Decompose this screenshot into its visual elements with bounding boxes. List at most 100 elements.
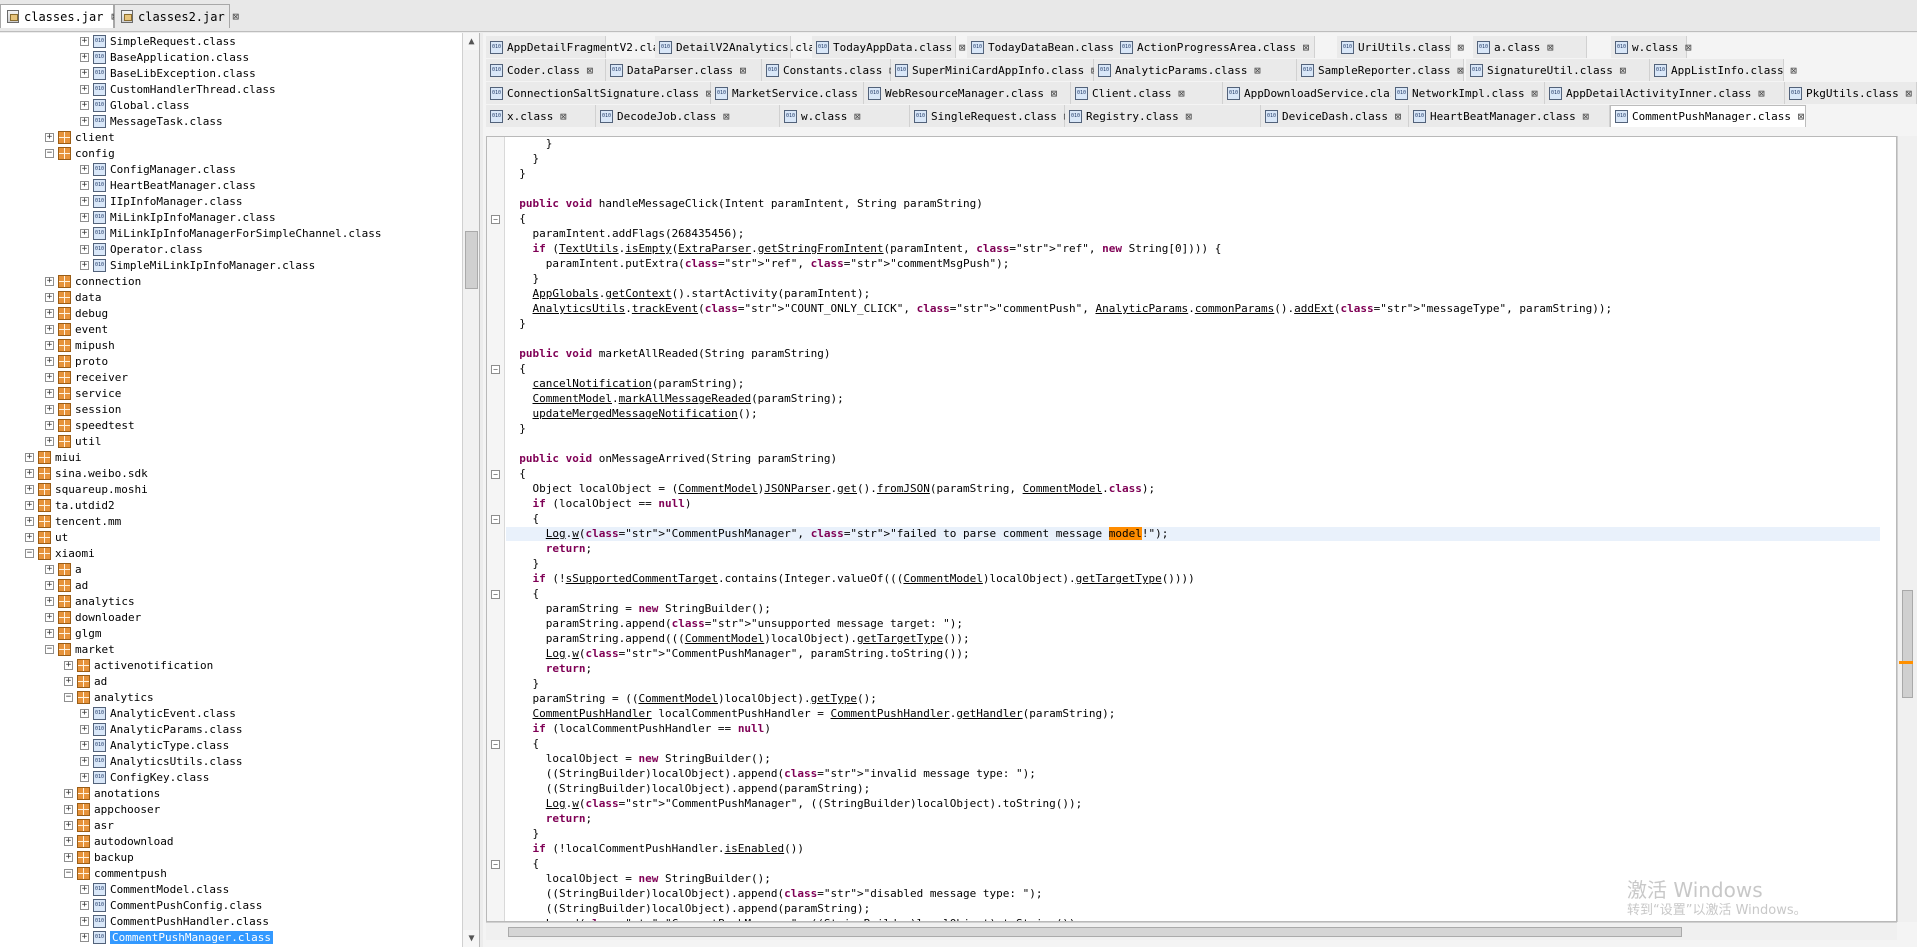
code-line[interactable]: } xyxy=(506,317,1880,331)
tree-item[interactable]: +010 MessageTask.class xyxy=(80,113,223,129)
expand-icon[interactable]: + xyxy=(45,628,54,638)
tree-item[interactable]: +010 MiLinkIpInfoManager.class xyxy=(80,209,276,225)
editor-scroll-thumb[interactable] xyxy=(1902,590,1913,698)
editor-tab-4[interactable]: 010 ActionProgressArea.class ⊠ xyxy=(1116,36,1315,58)
expand-icon[interactable]: + xyxy=(45,612,54,622)
tree-item[interactable]: + autodownload xyxy=(64,833,173,849)
editor-tab-8[interactable]: 010 Coder.class ⊠ xyxy=(486,59,606,81)
close-icon[interactable]: ⊠ xyxy=(1455,41,1467,54)
collapse-icon[interactable]: − xyxy=(25,548,34,558)
expand-icon[interactable]: + xyxy=(45,132,54,142)
tree-item[interactable]: − config xyxy=(45,145,115,161)
code-line[interactable]: paramString = ((CommentModel)localObject… xyxy=(506,692,1880,706)
code-line[interactable]: updateMergedMessageNotification(); xyxy=(506,407,1880,421)
source-code[interactable]: } } } public void handleMessageClick(Int… xyxy=(506,137,1880,921)
expand-icon[interactable]: + xyxy=(80,260,89,270)
tree-item[interactable]: − market xyxy=(45,641,115,657)
expand-icon[interactable]: + xyxy=(80,916,89,926)
tree-item[interactable]: + analytics xyxy=(45,593,135,609)
editor-tab-24[interactable]: 010 x.class ⊠ xyxy=(486,105,596,127)
code-line[interactable] xyxy=(506,182,1880,196)
tree-item[interactable]: + debug xyxy=(45,305,108,321)
code-line[interactable]: { xyxy=(506,212,1880,226)
expand-icon[interactable]: + xyxy=(64,836,73,846)
code-line[interactable]: ((StringBuilder)localObject).append(para… xyxy=(506,782,1880,796)
tree-item[interactable]: + backup xyxy=(64,849,134,865)
tree-item[interactable]: − commentpush xyxy=(64,865,167,881)
code-line[interactable]: AppGlobals.getContext().startActivity(pa… xyxy=(506,287,1880,301)
fold-icon[interactable]: − xyxy=(491,470,500,479)
tree-item[interactable]: + ta.utdid2 xyxy=(25,497,115,513)
close-icon[interactable]: ⊠ xyxy=(1392,110,1404,123)
code-line[interactable]: } xyxy=(506,557,1880,571)
close-icon[interactable]: ⊠ xyxy=(230,10,242,23)
tree-item[interactable]: + downloader xyxy=(45,609,141,625)
expand-icon[interactable]: + xyxy=(25,532,34,542)
close-icon[interactable]: ⊠ xyxy=(1795,110,1807,123)
expand-icon[interactable]: + xyxy=(64,804,73,814)
close-icon[interactable]: ⊠ xyxy=(1175,87,1187,100)
editor-tab-2[interactable]: 010 TodayAppData.class ⊠ xyxy=(812,36,966,58)
tree-item[interactable]: + proto xyxy=(45,353,108,369)
editor-tab-23[interactable]: 010 PkgUtils.class ⊠ xyxy=(1785,82,1917,104)
expand-icon[interactable]: + xyxy=(25,468,34,478)
editor-tab-0[interactable]: 010AppDetailFragmentV2.class⊠ xyxy=(486,36,686,58)
tree-item[interactable]: + mipush xyxy=(45,337,115,353)
code-line[interactable]: { xyxy=(506,467,1880,481)
expand-icon[interactable]: + xyxy=(64,788,73,798)
expand-icon[interactable]: + xyxy=(45,580,54,590)
tree-item[interactable]: + ad xyxy=(64,673,107,689)
close-icon[interactable]: ⊠ xyxy=(1788,64,1800,77)
code-line[interactable]: } xyxy=(506,167,1880,181)
tree-item[interactable]: + receiver xyxy=(45,369,128,385)
tree-item[interactable]: +010 CommentPushConfig.class xyxy=(80,897,262,913)
code-line[interactable]: paramString.append(((CommentModel)localO… xyxy=(506,632,1880,646)
tree-scroll-thumb[interactable] xyxy=(465,231,478,289)
code-line[interactable]: Object localObject = (CommentModel)JSONP… xyxy=(506,482,1880,496)
expand-icon[interactable]: + xyxy=(25,452,34,462)
expand-icon[interactable]: + xyxy=(80,212,89,222)
code-line[interactable] xyxy=(506,437,1880,451)
fold-icon[interactable]: − xyxy=(491,365,500,374)
editor-tab-3[interactable]: 010TodayDataBean.class⊠ xyxy=(967,36,1127,58)
expand-icon[interactable]: + xyxy=(45,324,54,334)
close-icon[interactable]: ⊠ xyxy=(1544,41,1556,54)
close-icon[interactable]: ⊠ xyxy=(557,110,569,123)
expand-icon[interactable]: + xyxy=(45,564,54,574)
tree-item[interactable]: + sina.weibo.sdk xyxy=(25,465,148,481)
code-line[interactable]: } xyxy=(506,677,1880,691)
editor-tab-11[interactable]: 010SuperMiniCardAppInfo.class⊠ xyxy=(891,59,1098,81)
code-line[interactable] xyxy=(506,332,1880,346)
code-line[interactable]: public void handleMessageClick(Intent pa… xyxy=(506,197,1880,211)
close-icon[interactable]: ⊠ xyxy=(1529,87,1541,100)
editor-tab-12[interactable]: 010 AnalyticParams.class ⊠ xyxy=(1094,59,1297,81)
tree-item[interactable]: + anotations xyxy=(64,785,160,801)
editor-horizontal-scrollbar[interactable] xyxy=(486,922,1897,940)
editor-tab-14[interactable]: 010 SignatureUtil.class ⊠ xyxy=(1466,59,1650,81)
tree-item[interactable]: +010 AnalyticsUtils.class xyxy=(80,753,242,769)
close-icon[interactable]: ⊠ xyxy=(1183,110,1195,123)
tree-item[interactable]: +010 AnalyticType.class xyxy=(80,737,229,753)
editor-tab-25[interactable]: 010 DecodeJob.class ⊠ xyxy=(596,105,780,127)
tree-item[interactable]: + data xyxy=(45,289,102,305)
expand-icon[interactable]: + xyxy=(80,196,89,206)
close-icon[interactable]: ⊠ xyxy=(851,110,863,123)
tree-vertical-scrollbar[interactable]: ▲ ▼ xyxy=(462,33,479,947)
code-line[interactable]: localObject = new StringBuilder(); xyxy=(506,752,1880,766)
collapse-icon[interactable]: − xyxy=(64,868,73,878)
close-icon[interactable]: ⊠ xyxy=(1251,64,1263,77)
close-icon[interactable]: ⊠ xyxy=(1048,87,1060,100)
tree-item[interactable]: +010 AnalyticEvent.class xyxy=(80,705,236,721)
expand-icon[interactable]: + xyxy=(80,52,89,62)
editor-tab-5[interactable]: 010 UriUtils.class ⊠ xyxy=(1337,36,1464,58)
code-line[interactable]: Log.w(class="str">"CommentPushManager", … xyxy=(506,797,1880,811)
tree-item[interactable]: + appchooser xyxy=(64,801,160,817)
tree-item[interactable]: + event xyxy=(45,321,108,337)
expand-icon[interactable]: + xyxy=(80,180,89,190)
close-icon[interactable]: ⊠ xyxy=(1755,87,1767,100)
expand-icon[interactable]: + xyxy=(64,852,73,862)
code-line[interactable]: if (localCommentPushHandler == null) xyxy=(506,722,1880,736)
tree-item[interactable]: +010 SimpleRequest.class xyxy=(80,33,236,49)
close-icon[interactable]: ⊠ xyxy=(1580,110,1592,123)
code-line[interactable]: } xyxy=(506,137,1880,151)
